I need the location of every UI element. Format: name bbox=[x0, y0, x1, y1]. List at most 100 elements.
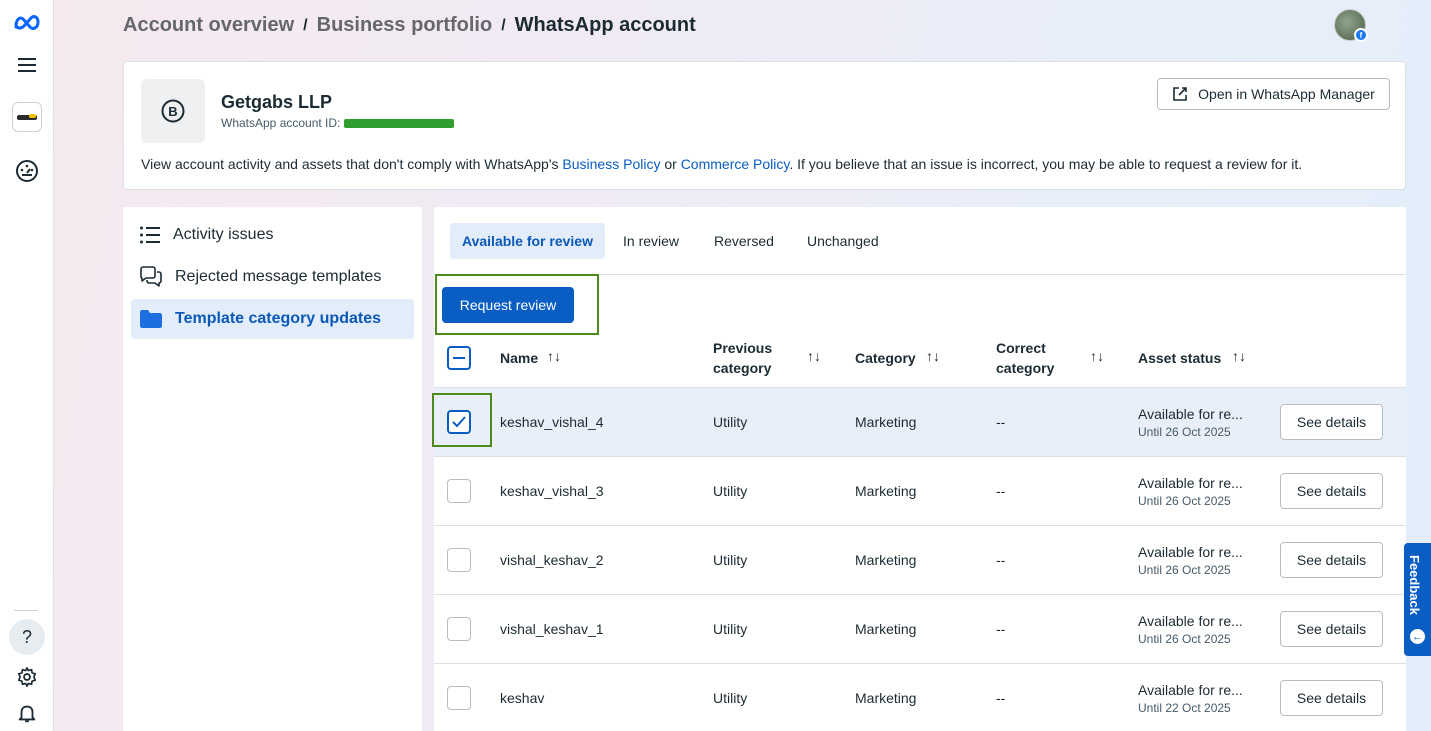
category: Marketing bbox=[855, 621, 917, 637]
breadcrumb: Account overview / Business portfolio / … bbox=[123, 14, 696, 37]
sort-icon[interactable]: ↑↓ bbox=[547, 348, 561, 364]
template-name: keshav_vishal_4 bbox=[500, 414, 604, 430]
folder-icon bbox=[140, 310, 162, 328]
dashboard-gauge-icon[interactable] bbox=[9, 153, 45, 189]
correct-category: -- bbox=[996, 621, 1006, 637]
minus-icon bbox=[453, 357, 465, 359]
left-rail: ? bbox=[0, 0, 54, 731]
previous-category: Utility bbox=[713, 552, 748, 568]
rail-divider bbox=[14, 610, 38, 611]
template-name: vishal_keshav_2 bbox=[500, 552, 604, 568]
breadcrumb-separator: / bbox=[501, 16, 506, 34]
previous-category: Utility bbox=[713, 414, 748, 430]
menu-icon[interactable] bbox=[9, 47, 45, 83]
row-checkbox[interactable] bbox=[447, 617, 471, 641]
category: Marketing bbox=[855, 552, 917, 568]
correct-category: -- bbox=[996, 690, 1006, 706]
chat-bubbles-icon bbox=[140, 266, 162, 287]
previous-category: Utility bbox=[713, 690, 748, 706]
table-row[interactable]: keshav_vishal_4 Utility Marketing -- Ava… bbox=[434, 387, 1406, 456]
tab-in-review[interactable]: In review bbox=[611, 223, 691, 259]
asset-status: Available for re... bbox=[1138, 406, 1243, 422]
external-link-icon bbox=[1173, 87, 1187, 101]
sort-icon[interactable]: ↑↓ bbox=[1232, 348, 1246, 364]
template-name: vishal_keshav_1 bbox=[500, 621, 604, 637]
header-asset-status[interactable]: Asset status bbox=[1138, 348, 1221, 368]
header-correct-category[interactable]: Correct category bbox=[996, 338, 1054, 378]
breadcrumb-separator: / bbox=[303, 16, 308, 34]
table-row[interactable]: keshav_vishal_3 Utility Marketing -- Ava… bbox=[434, 456, 1406, 525]
sort-icon[interactable]: ↑↓ bbox=[1090, 348, 1104, 364]
see-details-button[interactable]: See details bbox=[1280, 611, 1383, 647]
table-row[interactable]: vishal_keshav_1 Utility Marketing -- Ava… bbox=[434, 594, 1406, 663]
row-checkbox[interactable] bbox=[447, 479, 471, 503]
asset-status-until: Until 26 Oct 2025 bbox=[1138, 563, 1231, 577]
asset-status: Available for re... bbox=[1138, 544, 1243, 560]
see-details-button[interactable]: See details bbox=[1280, 404, 1383, 440]
arrow-left-icon: ← bbox=[1410, 629, 1425, 644]
breadcrumb-business-portfolio[interactable]: Business portfolio bbox=[317, 14, 493, 37]
asset-status-until: Until 26 Oct 2025 bbox=[1138, 425, 1231, 439]
open-in-whatsapp-manager-label: Open in WhatsApp Manager bbox=[1198, 86, 1375, 102]
see-details-button[interactable]: See details bbox=[1280, 542, 1383, 578]
row-checkbox-highlight bbox=[432, 393, 492, 447]
account-id-label: WhatsApp account ID: bbox=[221, 116, 341, 130]
facebook-badge-icon: f bbox=[1354, 28, 1368, 42]
tab-available-for-review[interactable]: Available for review bbox=[450, 223, 605, 259]
svg-text:B: B bbox=[168, 104, 177, 119]
see-details-button[interactable]: See details bbox=[1280, 473, 1383, 509]
main-panel: Available for review In review Reversed … bbox=[432, 207, 1406, 731]
row-checkbox[interactable] bbox=[447, 548, 471, 572]
table-row[interactable]: vishal_keshav_2 Utility Marketing -- Ava… bbox=[434, 525, 1406, 594]
correct-category: -- bbox=[996, 414, 1006, 430]
asset-status: Available for re... bbox=[1138, 475, 1243, 491]
category: Marketing bbox=[855, 414, 917, 430]
tab-reversed[interactable]: Reversed bbox=[702, 223, 786, 259]
previous-category: Utility bbox=[713, 621, 748, 637]
breadcrumb-account-overview[interactable]: Account overview bbox=[123, 14, 294, 37]
tab-bar: Available for review In review Reversed … bbox=[434, 207, 1406, 275]
meta-logo-icon[interactable] bbox=[9, 4, 45, 40]
asset-status: Available for re... bbox=[1138, 682, 1243, 698]
bell-icon[interactable] bbox=[9, 695, 45, 731]
nav-item-label: Template category updates bbox=[175, 310, 381, 327]
request-review-button[interactable]: Request review bbox=[442, 287, 574, 323]
business-name: Getgabs LLP bbox=[221, 92, 333, 112]
see-details-button[interactable]: See details bbox=[1280, 680, 1383, 716]
table-row[interactable]: keshav Utility Marketing -- Available fo… bbox=[434, 663, 1406, 731]
open-in-whatsapp-manager-button[interactable]: Open in WhatsApp Manager bbox=[1157, 78, 1390, 110]
select-all-checkbox[interactable] bbox=[447, 346, 471, 370]
header-category[interactable]: Category bbox=[855, 348, 916, 368]
correct-category: -- bbox=[996, 483, 1006, 499]
nav-item-template-category-updates[interactable]: Template category updates bbox=[131, 299, 414, 339]
nav-item-label: Activity issues bbox=[173, 226, 274, 243]
list-icon bbox=[140, 226, 160, 244]
correct-category: -- bbox=[996, 552, 1006, 568]
side-nav: Activity issues Rejected message templat… bbox=[123, 207, 422, 731]
row-checkbox[interactable] bbox=[447, 686, 471, 710]
business-policy-link[interactable]: Business Policy bbox=[562, 156, 660, 172]
sort-icon[interactable]: ↑↓ bbox=[807, 348, 821, 364]
nav-item-rejected-message-templates[interactable]: Rejected message templates bbox=[131, 257, 414, 297]
settings-icon[interactable] bbox=[9, 659, 45, 695]
asset-status: Available for re... bbox=[1138, 613, 1243, 629]
commerce-policy-link[interactable]: Commerce Policy bbox=[681, 156, 790, 172]
redacted-account-id bbox=[344, 118, 455, 128]
header-previous-category[interactable]: Previous category bbox=[713, 338, 772, 378]
template-name: keshav bbox=[500, 690, 545, 706]
help-icon[interactable]: ? bbox=[9, 619, 45, 655]
header-name[interactable]: Name bbox=[500, 348, 538, 368]
template-name: keshav_vishal_3 bbox=[500, 483, 604, 499]
nav-item-activity-issues[interactable]: Activity issues bbox=[131, 215, 414, 255]
feedback-label: Feedback bbox=[1407, 555, 1422, 615]
business-logo-icon[interactable] bbox=[9, 99, 45, 135]
sort-icon[interactable]: ↑↓ bbox=[926, 348, 940, 364]
asset-status-until: Until 26 Oct 2025 bbox=[1138, 494, 1231, 508]
nav-item-label: Rejected message templates bbox=[175, 268, 382, 285]
business-icon: B bbox=[141, 79, 205, 143]
category: Marketing bbox=[855, 690, 917, 706]
policy-description: View account activity and assets that do… bbox=[141, 156, 1303, 172]
feedback-tab[interactable]: Feedback ← bbox=[1404, 543, 1431, 656]
tab-unchanged[interactable]: Unchanged bbox=[795, 223, 891, 259]
asset-status-until: Until 22 Oct 2025 bbox=[1138, 701, 1231, 715]
